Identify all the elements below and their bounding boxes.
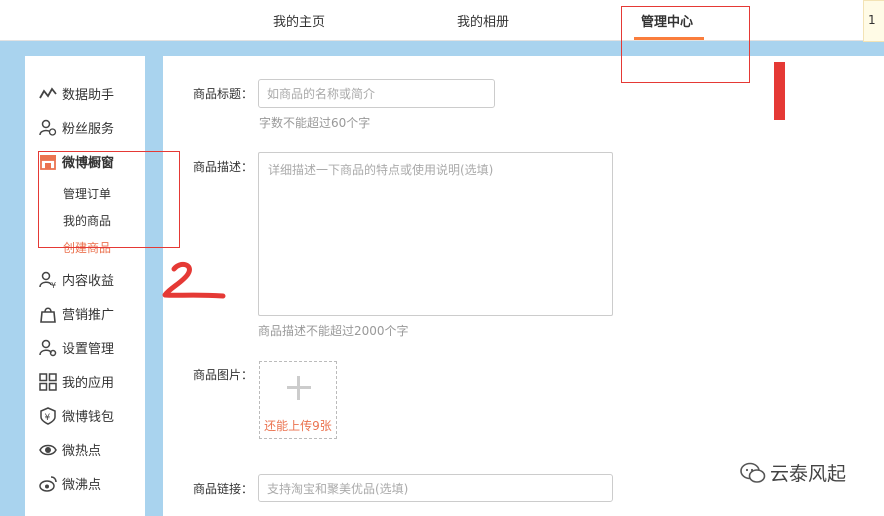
tab-my-album[interactable]: 我的相册 xyxy=(457,11,509,30)
sidebar-item-label: 内容收益 xyxy=(62,274,115,289)
sidebar-item-label: 微热点 xyxy=(62,444,102,459)
watermark-text: 云泰风起 xyxy=(770,463,847,485)
sidebar-item-my-apps[interactable]: 我的应用 xyxy=(39,372,114,391)
user-yen-icon: ¥ xyxy=(39,271,56,289)
description-label: 商品描述： xyxy=(193,160,254,174)
title-hint: 字数不能超过60个字 xyxy=(259,116,371,130)
user-gear-icon xyxy=(39,339,57,356)
sidebar-item-hot-topics[interactable]: 微热点 xyxy=(39,440,101,459)
wechat-icon xyxy=(740,462,766,483)
sidebar-item-content-revenue[interactable]: ¥ 内容收益 xyxy=(39,270,114,289)
top-nav: 我的主页 我的相册 管理中心 xyxy=(0,0,884,41)
bag-icon xyxy=(40,306,56,323)
annotation-mark-one xyxy=(774,62,785,120)
sidebar-item-label: 数据助手 xyxy=(62,88,115,103)
sidebar-item-marketing[interactable]: 营销推广 xyxy=(39,304,114,323)
sidebar-item-label: 粉丝服务 xyxy=(62,122,115,137)
sidebar-item-label: 我的应用 xyxy=(62,376,115,391)
upload-remaining-text: 还能上传9张 xyxy=(264,419,332,433)
description-hint: 商品描述不能超过2000个字 xyxy=(258,324,409,338)
chart-line-icon xyxy=(39,86,57,98)
sidebar-item-wallet[interactable]: ¥ 微博钱包 xyxy=(39,406,114,425)
eye-icon xyxy=(39,444,57,455)
link-input[interactable]: 支持淘宝和聚美优品(选填) xyxy=(258,474,613,502)
sidebar-item-label: 营销推广 xyxy=(62,308,115,323)
sidebar-item-label: 微沸点 xyxy=(62,478,102,493)
weibo-icon xyxy=(39,475,57,492)
description-textarea[interactable]: 详细描述一下商品的特点或使用说明(选填) xyxy=(258,152,613,316)
grid-icon xyxy=(39,372,57,391)
title-label: 商品标题： xyxy=(193,87,254,101)
plus-icon xyxy=(287,376,311,400)
image-label: 商品图片： xyxy=(193,368,254,382)
sidebar-item-data-assistant[interactable]: 数据助手 xyxy=(39,84,114,103)
image-upload-button[interactable]: 还能上传9张 xyxy=(259,361,337,439)
svg-text:¥: ¥ xyxy=(51,281,56,289)
sidebar-item-boiling-point[interactable]: 微沸点 xyxy=(39,474,101,493)
corner-notice[interactable]: 1 xyxy=(863,0,884,42)
watermark: 云泰风起 xyxy=(740,459,846,486)
tab-my-home[interactable]: 我的主页 xyxy=(273,11,325,30)
annotation-mark-two-icon xyxy=(162,261,226,299)
sidebar-item-fan-service[interactable]: 粉丝服务 xyxy=(39,118,114,137)
svg-text:¥: ¥ xyxy=(45,413,51,423)
sidebar-item-settings[interactable]: 设置管理 xyxy=(39,338,114,357)
sidebar-item-label: 设置管理 xyxy=(62,342,115,357)
title-input[interactable]: 如商品的名称或简介 xyxy=(258,79,495,108)
annotation-box-weibo-window xyxy=(38,151,180,248)
fans-icon xyxy=(39,119,57,136)
link-label: 商品链接： xyxy=(193,482,254,496)
create-product-form: 商品标题： 如商品的名称或简介 字数不能超过60个字 商品描述： 详细描述一下商… xyxy=(163,56,884,516)
annotation-box-management-center xyxy=(621,6,750,83)
wallet-icon: ¥ xyxy=(40,406,56,425)
sidebar: 数据助手 粉丝服务 微博橱窗 管理订单 我的商品 创建商品 ¥ 内容收益 营销推… xyxy=(25,56,145,516)
sidebar-item-label: 微博钱包 xyxy=(62,410,115,425)
